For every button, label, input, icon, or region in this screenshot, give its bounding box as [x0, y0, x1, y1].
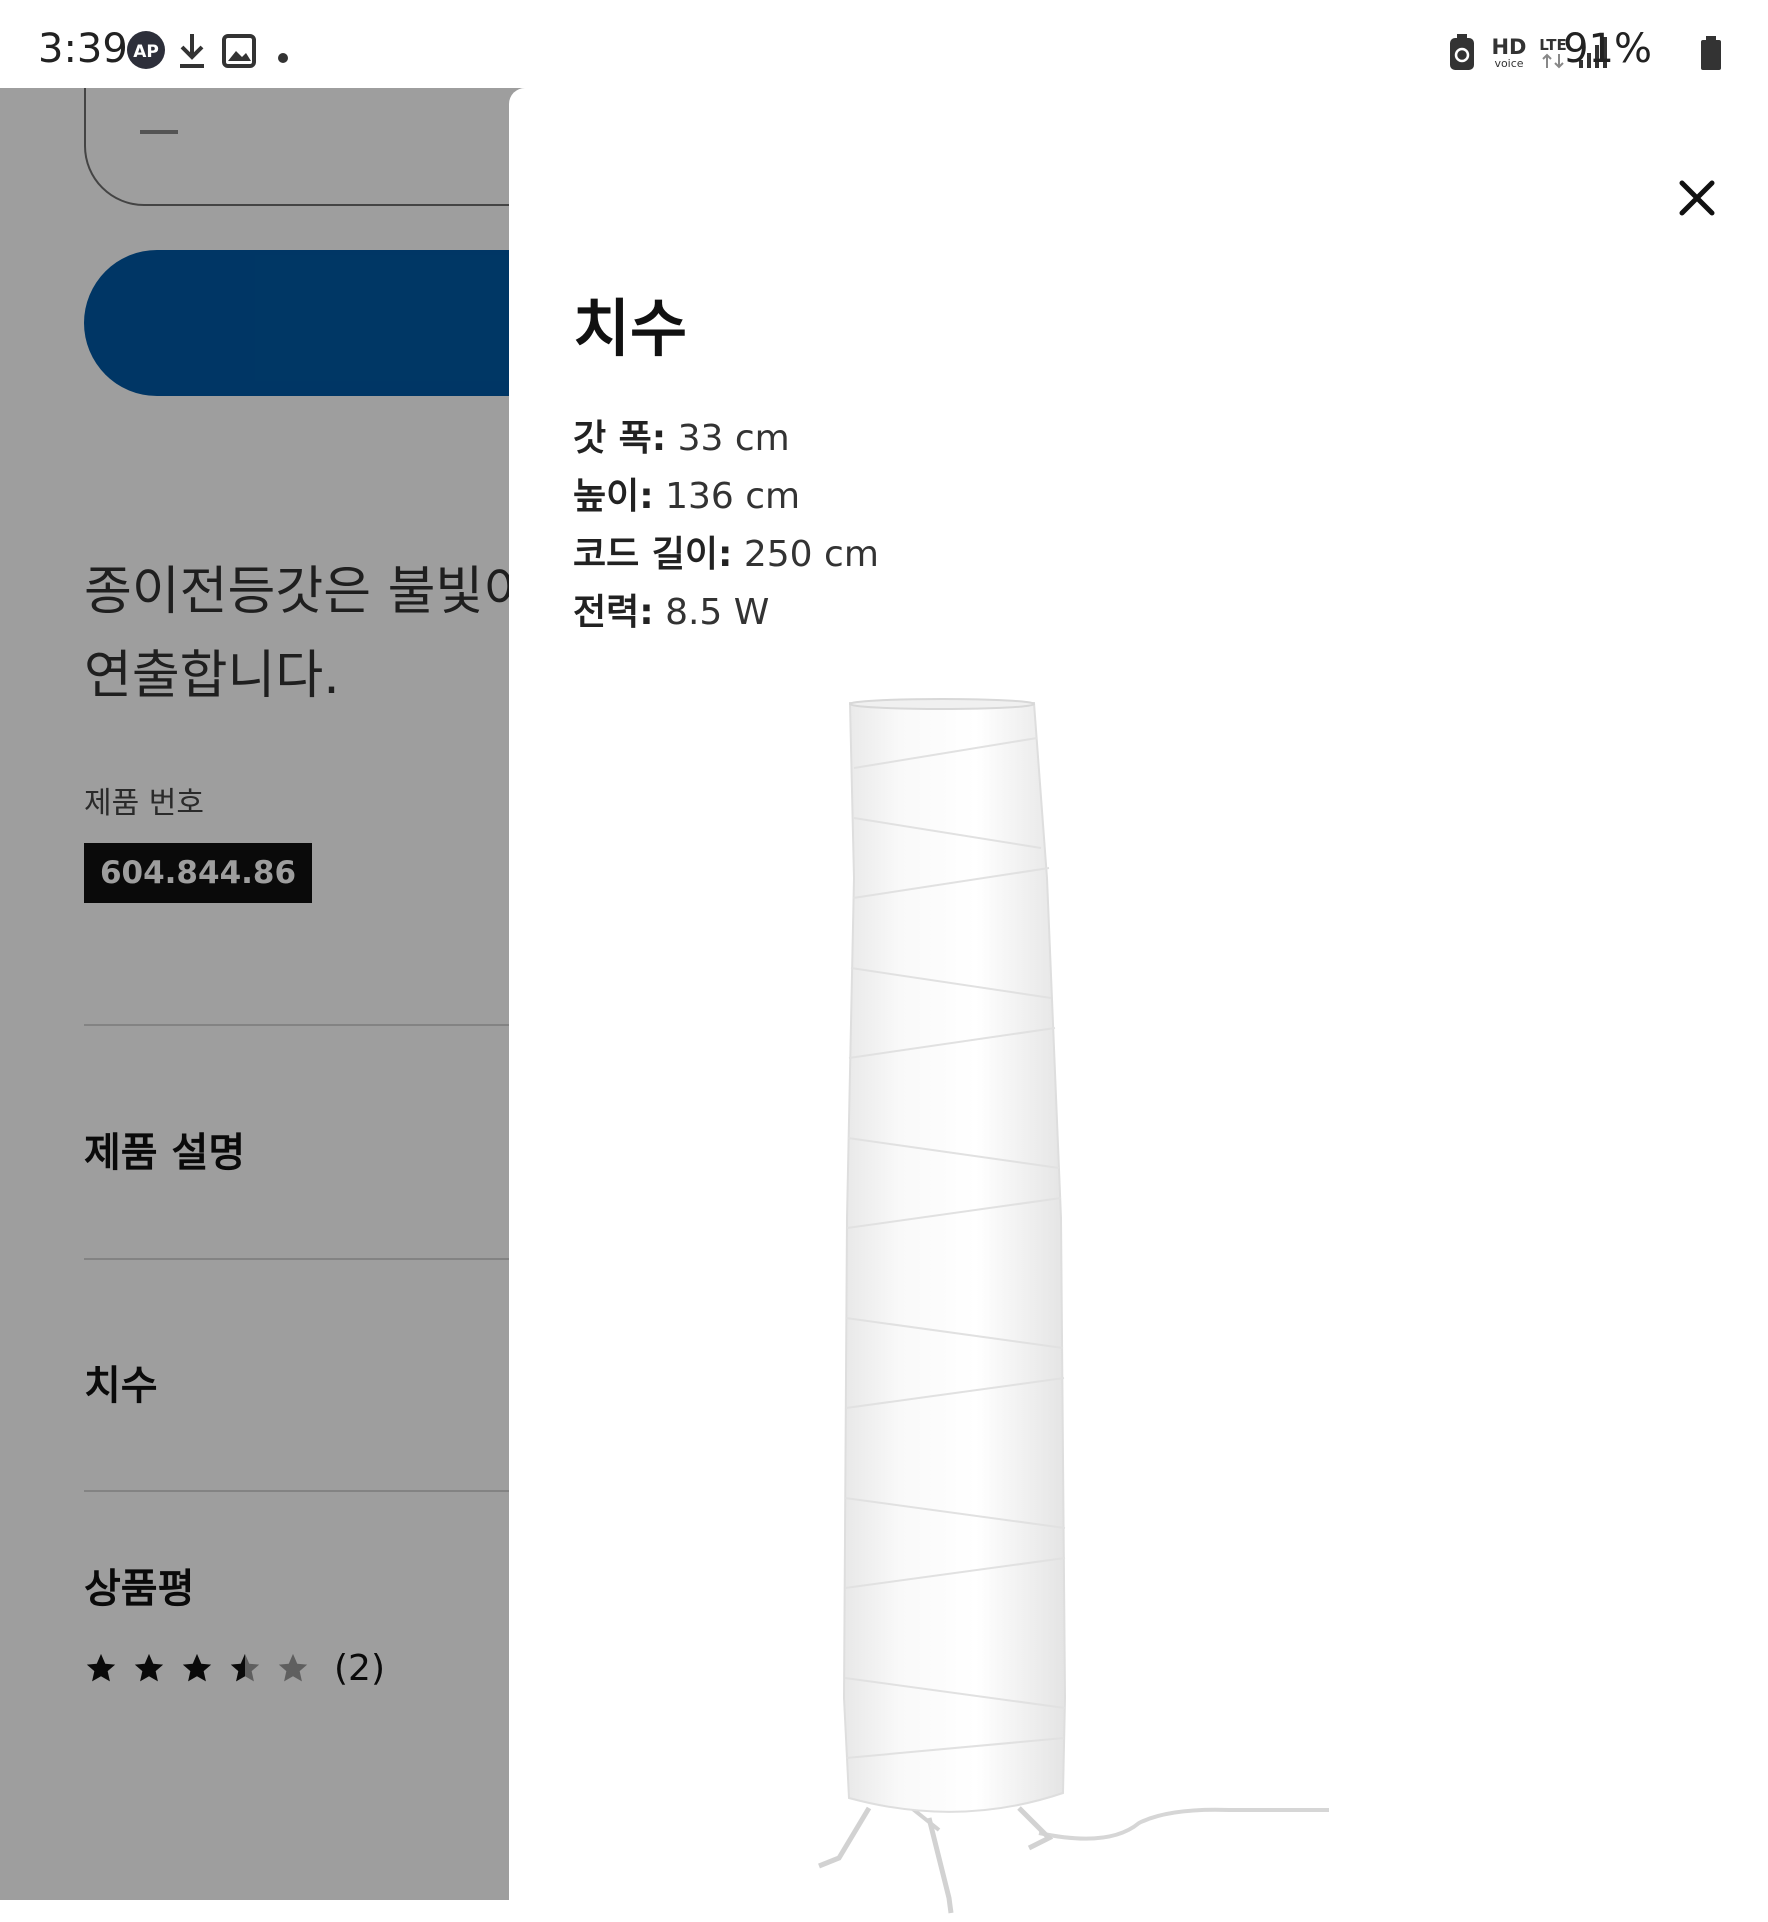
- dimension-row-power: 전력: 8.5 W: [573, 592, 770, 633]
- close-icon[interactable]: [1677, 178, 1717, 218]
- dimension-row-cord-length: 코드 길이: 250 cm: [573, 534, 879, 575]
- notification-dot-icon: [278, 48, 288, 67]
- status-bar: 3:39 AP HD voice LTE 91%: [0, 0, 1768, 88]
- product-image: [809, 698, 1369, 1922]
- download-icon: [176, 32, 208, 74]
- battery-icon: [1700, 36, 1722, 74]
- status-time: 3:39: [38, 26, 128, 72]
- dimension-row-shade-width: 갓 폭: 33 cm: [573, 418, 790, 459]
- svg-text:HD: HD: [1491, 35, 1526, 59]
- dimension-row-height: 높이: 136 cm: [573, 476, 801, 517]
- sheet-title: 치수: [573, 292, 688, 365]
- dimensions-sheet: 치수 갓 폭: 33 cm 높이: 136 cm 코드 길이: 250 cm 전…: [509, 88, 1768, 1914]
- battery-saver-icon: [1448, 34, 1476, 76]
- hd-voice-icon: HD voice: [1490, 34, 1528, 74]
- svg-text:AP: AP: [133, 42, 159, 62]
- image-icon: [222, 34, 256, 72]
- svg-text:voice: voice: [1494, 57, 1523, 70]
- battery-percent: 91%: [1563, 26, 1652, 72]
- dimensions-list: 갓 폭: 33 cm 높이: 136 cm 코드 길이: 250 cm 전력: …: [573, 410, 879, 642]
- close-button[interactable]: [1649, 150, 1745, 246]
- app-icon: AP: [126, 30, 166, 74]
